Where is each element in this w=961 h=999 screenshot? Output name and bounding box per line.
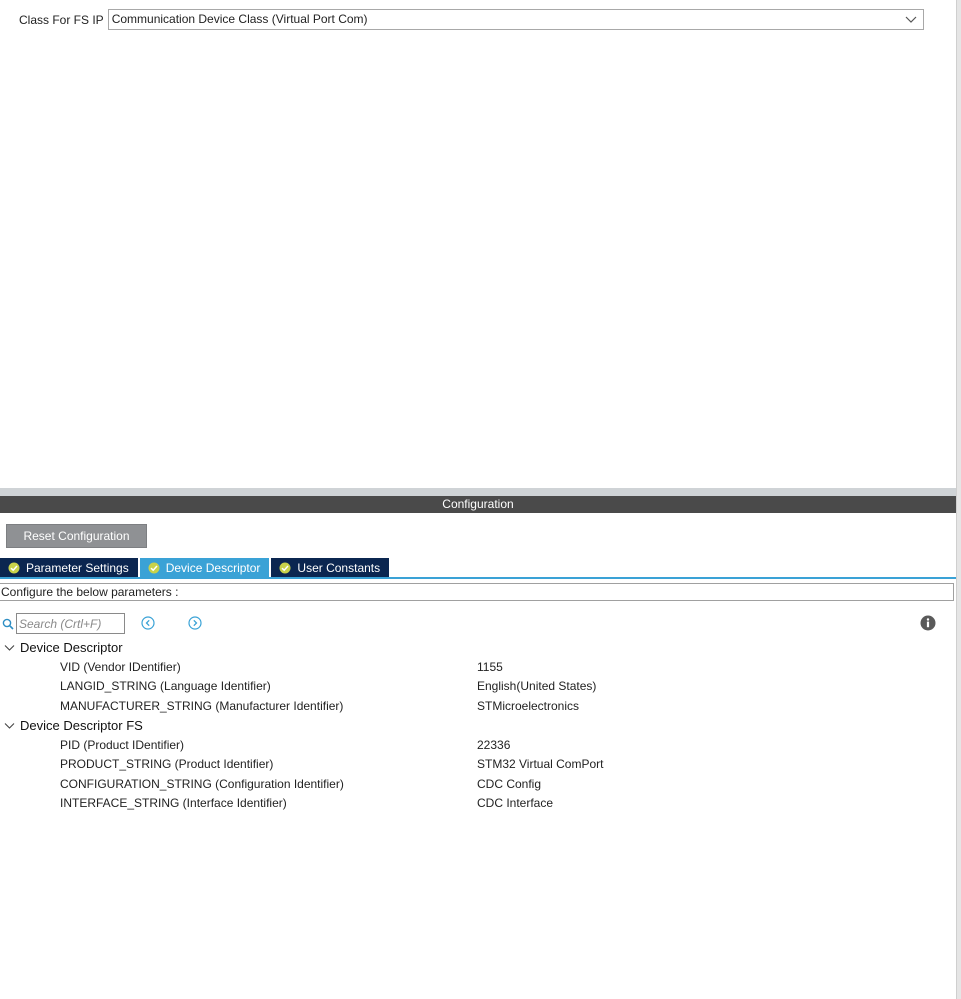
reset-configuration-button[interactable]: Reset Configuration (6, 524, 147, 548)
check-circle-icon (8, 562, 20, 573)
tab-label: Parameter Settings (26, 560, 129, 575)
group-label: Device Descriptor (20, 640, 123, 655)
config-tabs: Parameter Settings Device Descriptor Use… (0, 558, 391, 577)
class-dropdown[interactable]: Communication Device Class (Virtual Port… (107, 9, 924, 30)
app-window: Class For FS IP Communication Device Cla… (0, 0, 961, 999)
chevron-left-circle-icon[interactable] (141, 616, 155, 630)
tab-user-constants[interactable]: User Constants (271, 558, 390, 577)
param-name: MANUFACTURER_STRING (Manufacturer Identi… (60, 698, 344, 713)
param-value[interactable]: 22336 (477, 738, 510, 752)
param-row[interactable]: CONFIGURATION_STRING (Configuration Iden… (0, 774, 956, 794)
search-row (2, 613, 125, 634)
panel-splitter[interactable] (0, 488, 956, 496)
configuration-header: Configuration (0, 496, 956, 513)
chevron-down-icon (905, 16, 917, 23)
param-row[interactable]: PID (Product IDentifier) 22336 (0, 735, 956, 755)
chevron-right-circle-icon[interactable] (188, 616, 202, 630)
instruction-text: Configure the below parameters : (0, 583, 954, 601)
param-name: PID (Product IDentifier) (60, 737, 185, 752)
group-label: Device Descriptor FS (20, 717, 143, 733)
param-name: CONFIGURATION_STRING (Configuration Iden… (60, 776, 344, 791)
tab-underline (0, 577, 956, 579)
group-device-descriptor-fs[interactable]: Device Descriptor FS (0, 716, 956, 735)
param-row[interactable]: MANUFACTURER_STRING (Manufacturer Identi… (0, 696, 956, 716)
search-input[interactable] (16, 613, 125, 634)
chevron-down-icon (4, 645, 15, 651)
param-name: INTERFACE_STRING (Interface Identifier) (60, 796, 287, 811)
param-value[interactable]: English(United States) (477, 679, 596, 693)
class-dropdown-value: Communication Device Class (Virtual Port… (111, 12, 368, 26)
group-device-descriptor[interactable]: Device Descriptor (0, 638, 956, 657)
param-value[interactable]: CDC Config (477, 777, 541, 791)
param-row[interactable]: LANGID_STRING (Language Identifier) Engl… (0, 677, 956, 697)
param-row[interactable]: PRODUCT_STRING (Product Identifier) STM3… (0, 754, 956, 774)
search-icon (2, 618, 14, 630)
class-label: Class For FS IP (19, 12, 104, 27)
info-icon[interactable] (920, 615, 936, 631)
chevron-down-icon (4, 722, 15, 729)
param-name: LANGID_STRING (Language Identifier) (60, 679, 271, 694)
param-value[interactable]: STM32 Virtual ComPort (477, 757, 604, 771)
tab-label: User Constants (297, 560, 381, 575)
tab-parameter-settings[interactable]: Parameter Settings (0, 558, 138, 577)
param-row[interactable]: INTERFACE_STRING (Interface Identifier) … (0, 794, 956, 814)
tab-label: Device Descriptor (165, 560, 261, 575)
param-name: VID (Vendor IDentifier) (60, 659, 181, 674)
class-selector-row: Class For FS IP Communication Device Cla… (19, 9, 924, 30)
check-circle-icon (279, 562, 291, 573)
scrollbar[interactable] (956, 0, 961, 999)
param-row[interactable]: VID (Vendor IDentifier) 1155 (0, 657, 956, 677)
param-name: PRODUCT_STRING (Product Identifier) (60, 757, 274, 772)
parameter-tree: Device Descriptor VID (Vendor IDentifier… (0, 638, 956, 813)
param-value[interactable]: STMicroelectronics (477, 699, 579, 713)
param-value[interactable]: CDC Interface (477, 796, 553, 810)
tab-device-descriptor[interactable]: Device Descriptor (139, 558, 270, 577)
check-circle-icon (148, 562, 160, 573)
param-value[interactable]: 1155 (477, 660, 503, 674)
